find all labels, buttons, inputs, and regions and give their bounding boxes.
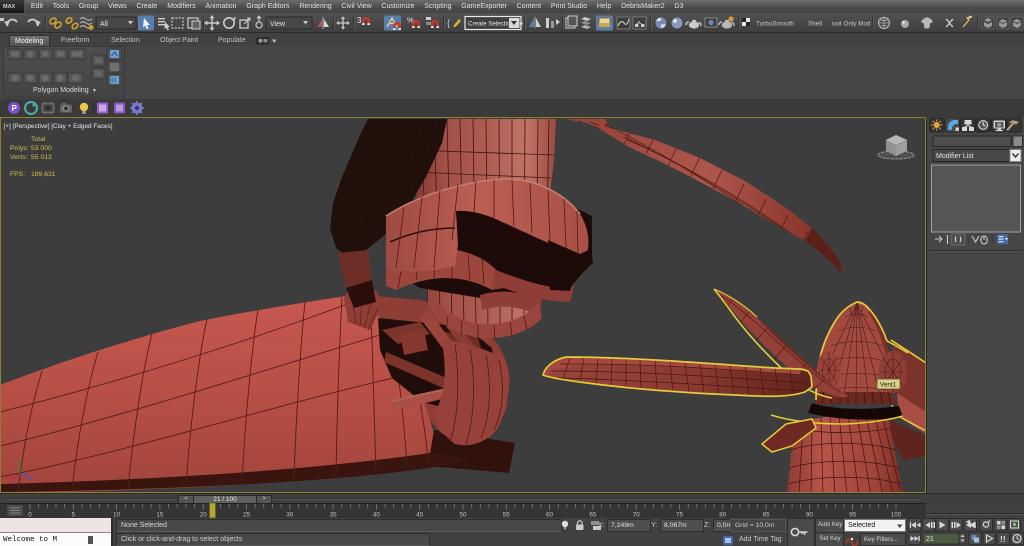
svg-text:53 000: 53 000 bbox=[31, 145, 52, 152]
svg-text:189,631: 189,631 bbox=[31, 171, 56, 178]
svg-text:P: P bbox=[12, 104, 18, 113]
svg-text:Vent1: Vent1 bbox=[880, 382, 897, 389]
svg-text:[+] [Perspective] [Clay + Edge: [+] [Perspective] [Clay + Edged Faces] bbox=[4, 123, 113, 130]
svg-text:Polys:: Polys: bbox=[10, 145, 29, 152]
svg-text:View: View bbox=[270, 21, 286, 28]
svg-text:Verts:: Verts: bbox=[10, 154, 27, 161]
svg-text:{: { bbox=[447, 18, 450, 28]
svg-text:Total: Total bbox=[31, 136, 46, 143]
svg-text:FPS:: FPS: bbox=[10, 171, 25, 178]
svg-text:!!: !! bbox=[1000, 534, 1006, 544]
svg-text:21: 21 bbox=[926, 536, 934, 543]
svg-text:TurboSmooth: TurboSmooth bbox=[756, 21, 794, 28]
svg-text:Modifier List: Modifier List bbox=[936, 153, 974, 160]
svg-text:All: All bbox=[100, 21, 108, 28]
svg-text:3: 3 bbox=[357, 16, 362, 25]
svg-text:55 013: 55 013 bbox=[31, 154, 52, 161]
svg-text:ivot Only Mod: ivot Only Mod bbox=[832, 21, 871, 28]
svg-text:Shell: Shell bbox=[808, 21, 822, 28]
